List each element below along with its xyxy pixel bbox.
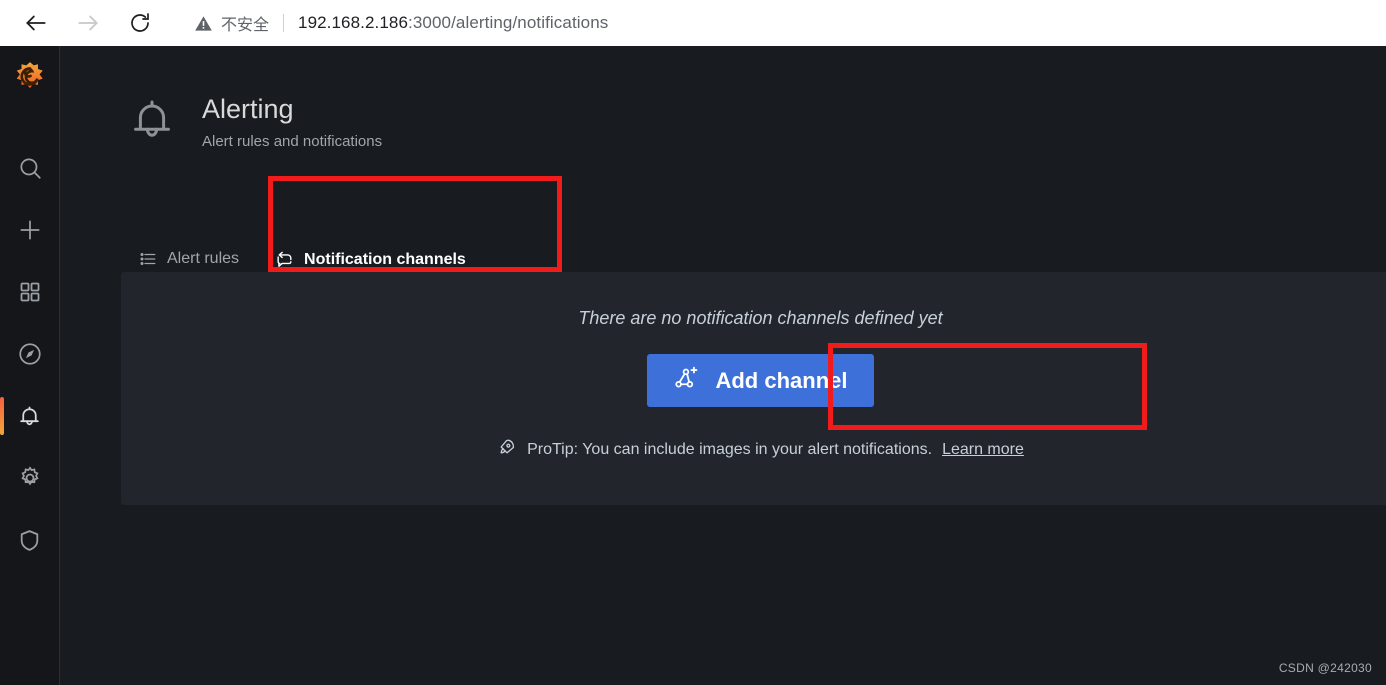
protip-row: ProTip: You can include images in your a… — [497, 437, 1024, 462]
url-host: 192.168.2.186 — [298, 13, 409, 32]
url-path: :3000/alerting/notifications — [408, 13, 609, 32]
grafana-app: Alerting Alert rules and notifications A… — [0, 46, 1386, 685]
protip-learn-more-link[interactable]: Learn more — [942, 441, 1024, 459]
page-title: Alerting — [202, 94, 294, 124]
page-header: Alerting Alert rules and notifications — [128, 92, 382, 150]
reload-icon — [131, 13, 149, 32]
sidebar-item-server-admin[interactable] — [0, 510, 60, 570]
page-header-text: Alerting Alert rules and notifications — [202, 92, 382, 150]
search-icon — [19, 158, 41, 179]
empty-state-message: There are no notification channels defin… — [578, 308, 943, 328]
browser-reload-button[interactable] — [120, 3, 160, 43]
sidebar-item-explore[interactable] — [0, 324, 60, 384]
security-label: 不安全 — [221, 17, 270, 34]
url-bar[interactable]: 不安全 192.168.2.186:3000/alerting/notifica… — [178, 6, 1368, 40]
sidebar — [0, 46, 60, 685]
browser-back-button[interactable] — [16, 3, 56, 43]
omnibox-divider — [283, 14, 285, 32]
sidebar-item-dashboards[interactable] — [0, 262, 60, 322]
add-channel-button[interactable]: Add channel — [647, 354, 874, 407]
sidebar-item-create[interactable] — [0, 200, 60, 260]
sidebar-item-search[interactable] — [0, 138, 60, 198]
bell-icon — [20, 406, 39, 425]
notification-channels-panel: There are no notification channels defin… — [121, 272, 1386, 505]
watermark: CSDN @242030 — [1278, 661, 1372, 675]
page-subtitle: Alert rules and notifications — [202, 133, 383, 150]
grafana-logo-icon — [16, 62, 43, 89]
tab-alert-rules-label: Alert rules — [167, 250, 240, 267]
sidebar-item-configuration[interactable] — [0, 448, 60, 508]
sidebar-item-alerting[interactable] — [0, 386, 60, 446]
tab-notification-channels-label: Notification channels — [304, 250, 466, 268]
rocket-icon — [497, 437, 517, 462]
list-ul-icon — [139, 250, 157, 268]
comment-share-icon — [275, 250, 294, 269]
arrow-left-icon — [26, 15, 46, 31]
gear-icon — [20, 466, 39, 486]
add-channel-label: Add channel — [715, 367, 848, 393]
compass-icon — [18, 343, 41, 365]
empty-state: There are no notification channels defin… — [121, 272, 1386, 462]
protip-text: ProTip: You can include images in your a… — [527, 440, 933, 458]
arrow-right-icon — [78, 15, 98, 31]
main-content: Alerting Alert rules and notifications A… — [60, 46, 1386, 685]
url-text: 192.168.2.186:3000/alerting/notification… — [298, 13, 608, 33]
alerting-bell-icon — [128, 96, 176, 149]
bell-icon — [134, 100, 170, 137]
browser-chrome: 不安全 192.168.2.186:3000/alerting/notifica… — [0, 0, 1386, 46]
channel-add-icon — [673, 364, 700, 397]
security-status[interactable]: 不安全 — [194, 11, 269, 35]
grafana-logo[interactable] — [13, 60, 47, 94]
shield-icon — [20, 529, 39, 551]
warning-triangle-icon — [195, 15, 212, 31]
apps-grid-icon — [20, 282, 39, 302]
browser-forward-button[interactable] — [68, 3, 108, 43]
plus-icon — [19, 220, 40, 240]
